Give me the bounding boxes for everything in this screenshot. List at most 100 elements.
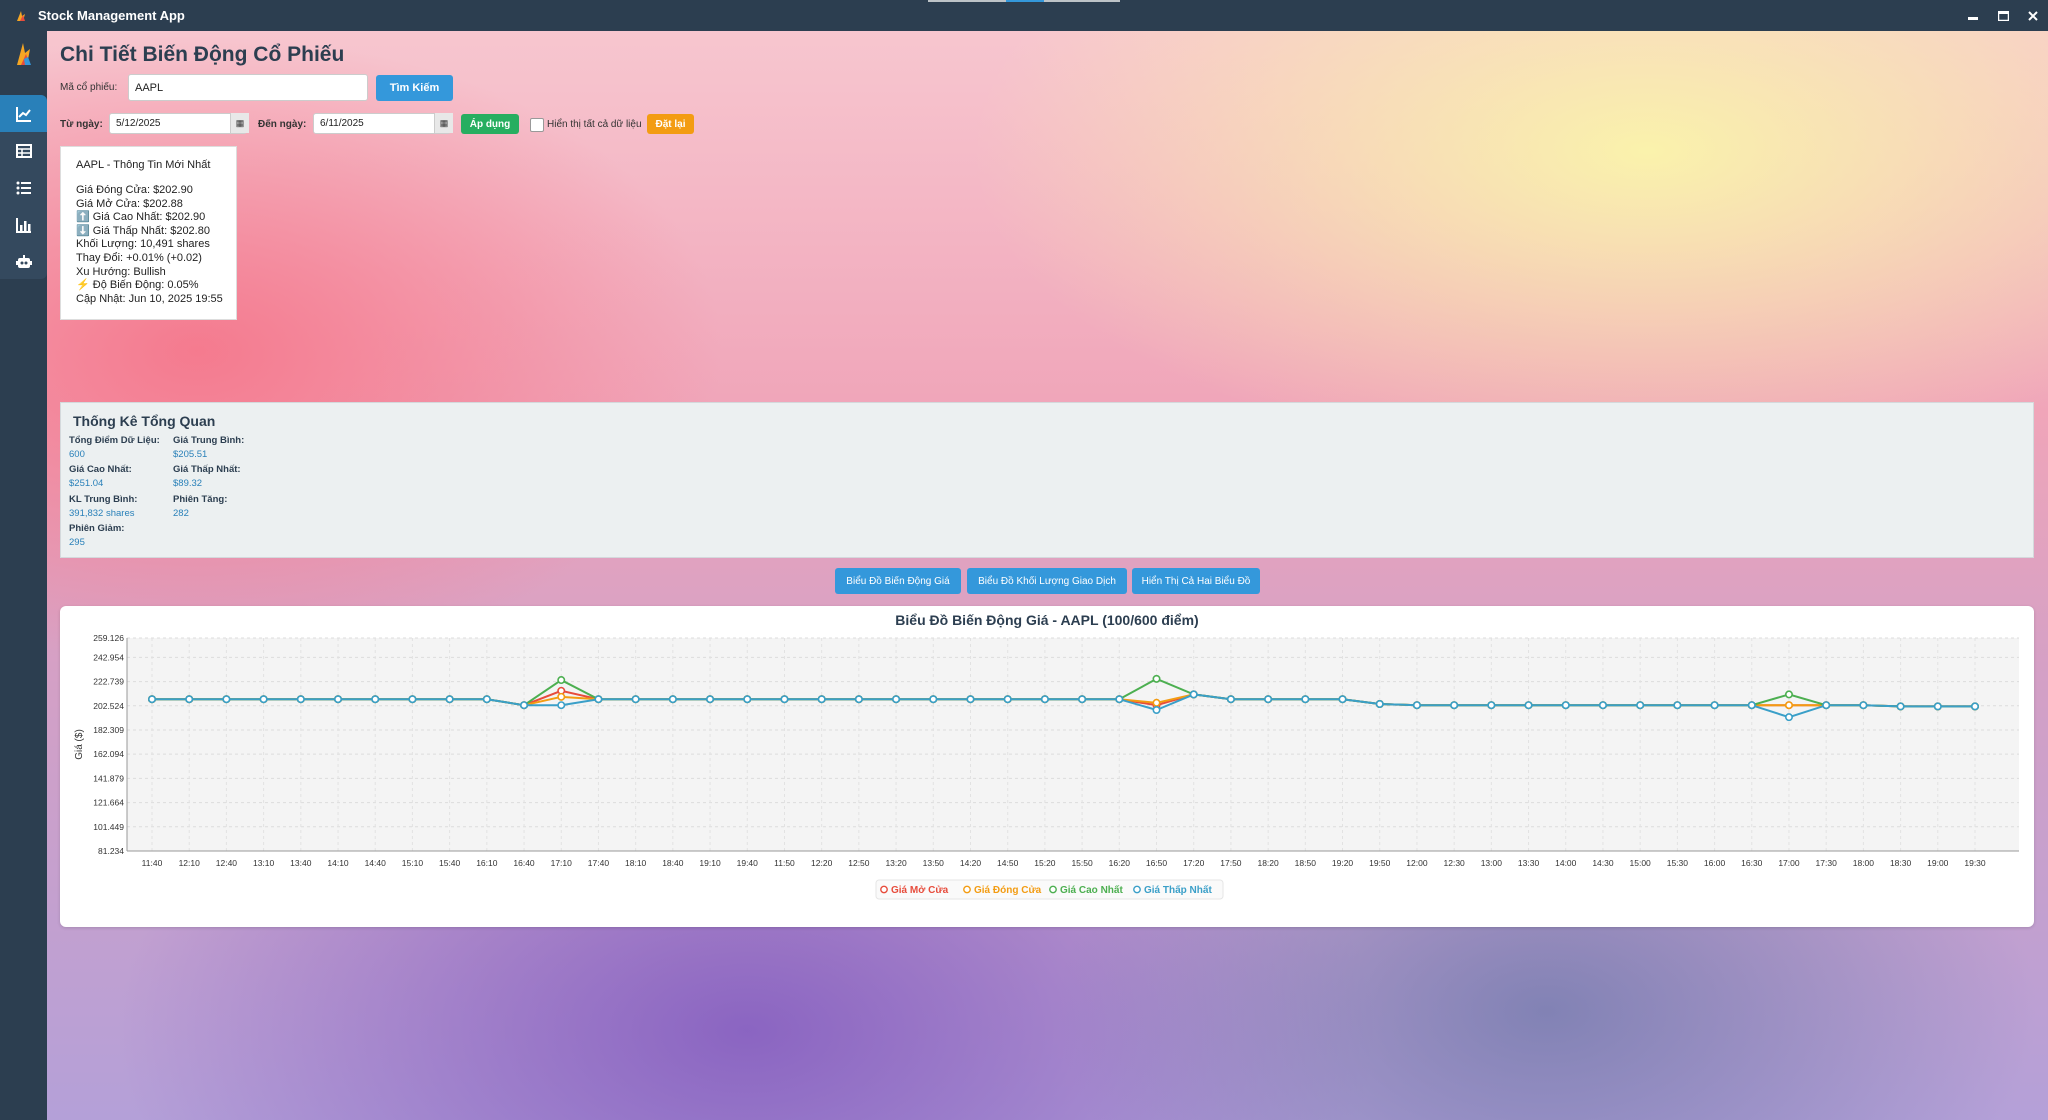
x-tick-label: 13:30	[1518, 858, 1540, 868]
data-point	[892, 695, 901, 704]
data-point	[1152, 698, 1161, 707]
list-icon	[16, 181, 31, 194]
x-tick-label: 19:10	[699, 858, 721, 868]
data-point	[1933, 702, 1942, 711]
price-chart-button[interactable]: Biểu Đồ Biến Động Giá	[835, 568, 961, 594]
x-tick-label: 13:10	[253, 858, 275, 868]
sidebar-item-chart[interactable]	[0, 95, 47, 132]
x-tick-label: 12:40	[216, 858, 238, 868]
sidebar-item-table[interactable]	[0, 132, 47, 169]
x-tick-label: 16:10	[476, 858, 498, 868]
x-tick-label: 14:50	[997, 858, 1019, 868]
data-point	[557, 676, 566, 685]
stat-down-sessions: Phiên Giảm: 295	[69, 523, 124, 548]
to-date-value: 6/11/2025	[320, 118, 364, 129]
data-point	[185, 695, 194, 704]
stat-value: 391,832 shares	[69, 508, 135, 519]
calendar-icon: ▦	[439, 117, 449, 128]
legend-label: Giá Đóng Cửa	[974, 885, 1042, 896]
stat-value: 282	[173, 508, 189, 519]
search-button[interactable]: Tìm Kiếm	[376, 75, 453, 101]
x-tick-label: 17:50	[1220, 858, 1242, 868]
from-date-label: Từ ngày:	[60, 119, 103, 130]
show-all-label: Hiển thị tất cả dữ liệu	[547, 119, 642, 130]
from-date-picker-button[interactable]: ▦	[230, 113, 249, 133]
minimize-button[interactable]	[1958, 0, 1988, 31]
stat-label: KL Trung Bình:	[69, 494, 138, 505]
data-point	[557, 692, 566, 701]
sidebar-item-statistics[interactable]	[0, 206, 47, 243]
y-tick-label: 259.126	[93, 633, 124, 643]
data-point	[1003, 695, 1012, 704]
y-tick-label: 202.524	[93, 701, 124, 711]
data-point	[1152, 705, 1161, 714]
sidebar-item-list[interactable]	[0, 169, 47, 206]
x-tick-label: 19:20	[1332, 858, 1354, 868]
change-line: Thay Đổi: +0.01% (+0.02)	[76, 251, 202, 264]
sidebar-nav	[0, 95, 47, 279]
x-tick-label: 15:50	[1071, 858, 1093, 868]
x-tick-label: 16:00	[1704, 858, 1726, 868]
both-charts-button[interactable]: Hiển Thị Cả Hai Biểu Đồ	[1132, 568, 1260, 594]
data-point	[557, 701, 566, 710]
data-point	[1710, 701, 1719, 710]
legend-label: Giá Thấp Nhất	[1144, 884, 1212, 896]
to-date-input[interactable]: 6/11/2025	[313, 113, 451, 134]
app-logo-icon	[17, 10, 25, 21]
stat-value: 295	[69, 537, 85, 548]
data-point	[1598, 701, 1607, 710]
data-point	[594, 695, 603, 704]
to-date-picker-button[interactable]: ▦	[434, 113, 453, 133]
from-date-input[interactable]: 5/12/2025	[109, 113, 247, 134]
show-all-checkbox[interactable]	[530, 118, 544, 132]
x-tick-label: 18:50	[1295, 858, 1317, 868]
overview-stats-panel: Thống Kê Tổng Quan Tổng Điểm Dữ Liệu: 60…	[60, 402, 2034, 558]
x-tick-label: 17:40	[588, 858, 610, 868]
x-tick-label: 18:00	[1853, 858, 1875, 868]
title-bar: Stock Management App	[0, 0, 2048, 31]
close-button[interactable]	[2018, 0, 2048, 31]
x-tick-label: 13:00	[1481, 858, 1503, 868]
data-point	[668, 695, 677, 704]
volume-chart-button[interactable]: Biểu Đồ Khối Lượng Giao Dịch	[967, 568, 1127, 594]
maximize-button[interactable]	[1988, 0, 2018, 31]
x-tick-label: 14:10	[327, 858, 349, 868]
data-point	[148, 695, 157, 704]
symbol-label: Mã cổ phiếu:	[60, 82, 118, 93]
data-point	[1784, 713, 1793, 722]
x-tick-label: 15:10	[402, 858, 424, 868]
data-point	[1189, 690, 1198, 699]
data-point	[371, 695, 380, 704]
stat-label: Phiên Tăng:	[173, 494, 228, 505]
stat-label: Giá Trung Bình:	[173, 435, 245, 446]
price-chart-card: Biểu Đồ Biến Động Giá - AAPL (100/600 đi…	[60, 606, 2034, 927]
x-tick-label: 18:30	[1890, 858, 1912, 868]
x-tick-label: 18:20	[1257, 858, 1279, 868]
x-tick-label: 12:50	[848, 858, 870, 868]
stat-lowest-price: Giá Thấp Nhất: $89.32	[173, 464, 241, 489]
data-point	[1784, 701, 1793, 710]
data-point	[1301, 695, 1310, 704]
x-tick-label: 16:30	[1741, 858, 1763, 868]
stat-highest-price: Giá Cao Nhất: $251.04	[69, 464, 132, 489]
data-point	[743, 695, 752, 704]
window-title: Stock Management App	[38, 8, 185, 23]
data-point	[1375, 700, 1384, 709]
from-date-value: 5/12/2025	[116, 118, 161, 129]
calendar-icon: ▦	[235, 117, 245, 128]
stats-title: Thống Kê Tổng Quan	[73, 413, 216, 429]
reset-button[interactable]: Đặt lại	[647, 114, 694, 134]
symbol-input[interactable]: AAPL	[128, 74, 368, 101]
x-tick-label: 14:40	[365, 858, 387, 868]
legend-marker	[1133, 885, 1141, 894]
apply-button[interactable]: Áp dụng	[461, 114, 519, 134]
stat-value: $205.51	[173, 449, 208, 460]
x-tick-label: 14:00	[1555, 858, 1577, 868]
data-point	[1450, 701, 1459, 710]
data-point	[1896, 702, 1905, 711]
x-tick-label: 14:30	[1592, 858, 1614, 868]
data-point	[706, 695, 715, 704]
x-tick-label: 12:30	[1444, 858, 1466, 868]
data-point	[296, 695, 305, 704]
sidebar-item-bot[interactable]	[0, 243, 47, 279]
